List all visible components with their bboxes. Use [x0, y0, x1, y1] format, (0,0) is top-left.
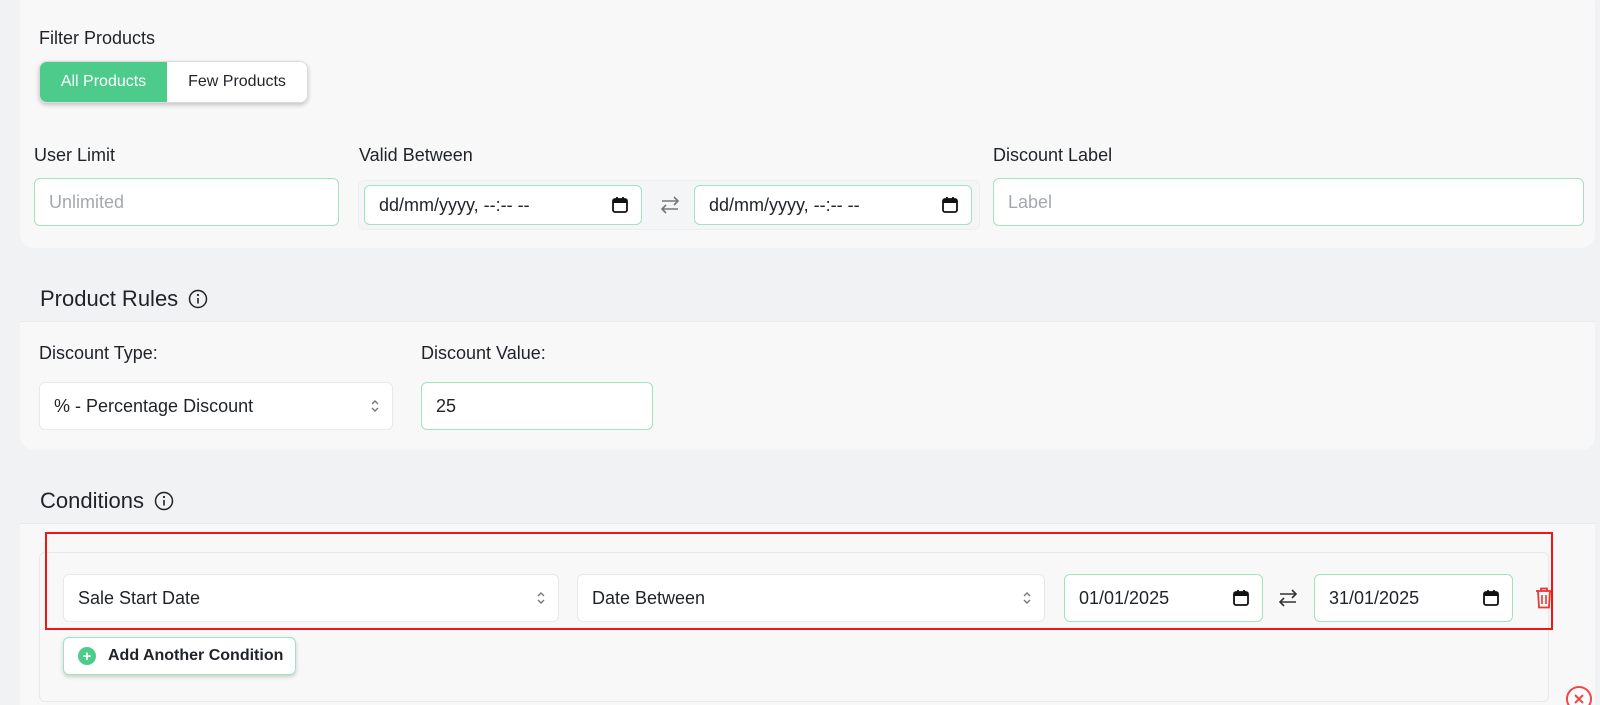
add-condition-label: Add Another Condition [108, 647, 284, 664]
plus-icon: + [78, 647, 96, 665]
highlight-box [45, 532, 1553, 630]
conditions-title: Conditions [40, 488, 144, 513]
valid-start-value: dd/mm/yyyy, --:-- -- [379, 194, 530, 215]
calendar-icon[interactable] [611, 196, 629, 214]
discount-label-input[interactable]: Label [993, 178, 1584, 226]
section-title: Conditions [40, 488, 174, 514]
user-limit-input[interactable]: Unlimited [34, 178, 339, 226]
discount-value-label: Discount Value: [421, 343, 546, 363]
toggle-all-products[interactable]: All Products [40, 62, 167, 102]
calendar-icon[interactable] [941, 196, 959, 214]
product-rules-header: Product Rules [20, 272, 1595, 322]
close-icon[interactable] [1566, 686, 1592, 705]
discount-type-value: % - Percentage Discount [54, 395, 254, 416]
product-rules-title: Product Rules [40, 286, 179, 311]
discount-type-label: Discount Type: [39, 343, 158, 363]
info-icon[interactable] [154, 491, 174, 511]
valid-end-input[interactable]: dd/mm/yyyy, --:-- -- [694, 185, 972, 225]
add-condition-button[interactable]: + Add Another Condition [63, 637, 297, 675]
valid-between-label: Valid Between [359, 145, 473, 165]
toggle-few-products[interactable]: Few Products [167, 62, 307, 102]
valid-end-value: dd/mm/yyyy, --:-- -- [709, 194, 860, 215]
section-title: Product Rules [40, 286, 208, 312]
swap-icon [660, 196, 680, 214]
valid-start-input[interactable]: dd/mm/yyyy, --:-- -- [364, 185, 642, 225]
updown-icon [371, 400, 379, 412]
filter-products-label: Filter Products [39, 28, 156, 48]
conditions-header: Conditions [20, 474, 1595, 524]
info-icon[interactable] [188, 289, 208, 309]
user-limit-label: User Limit [34, 145, 116, 165]
filter-toggle-group: All Products Few Products [39, 61, 308, 103]
discount-value-input[interactable]: 25 [421, 382, 653, 430]
discount-label-label: Discount Label [993, 145, 1113, 165]
discount-type-select[interactable]: % - Percentage Discount [39, 382, 393, 430]
